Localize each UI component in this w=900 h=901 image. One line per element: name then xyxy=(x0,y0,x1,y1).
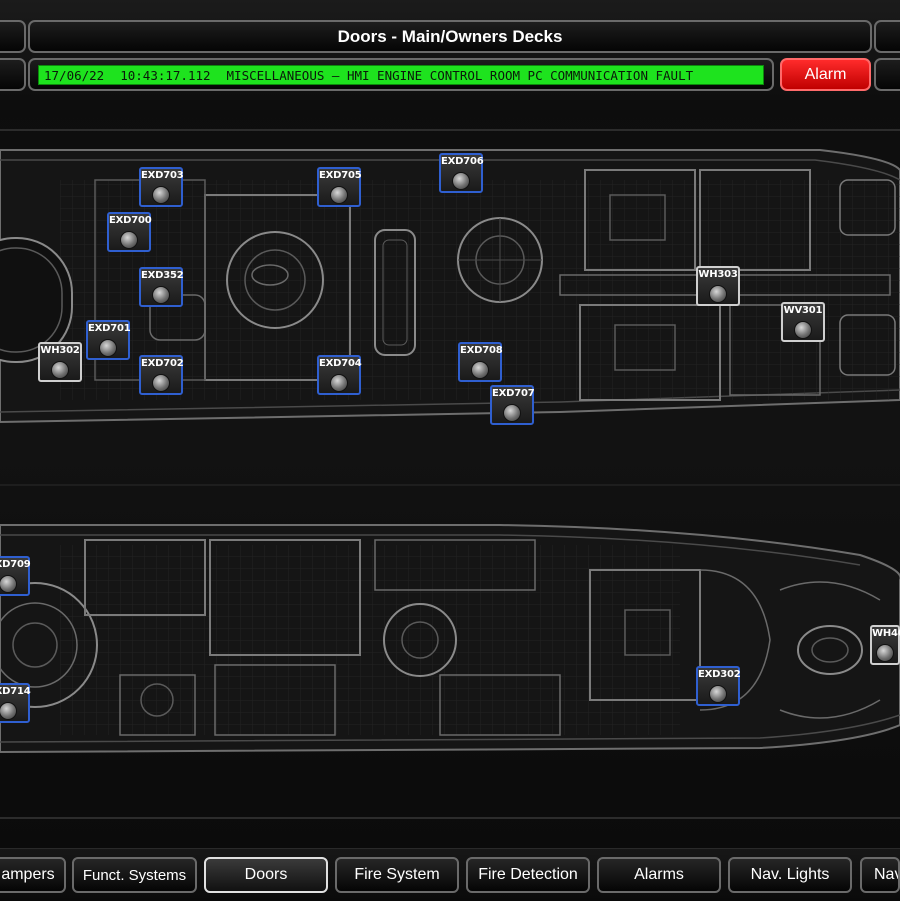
tab-alarms[interactable]: Alarms xyxy=(597,857,721,893)
owners-deck-plan xyxy=(0,524,900,754)
tab-doors[interactable]: Doors xyxy=(204,857,328,893)
door-status-indicator-icon xyxy=(876,644,894,662)
tab-funct-systems[interactable]: Funct. Systems xyxy=(72,857,197,893)
door-marker-exd302[interactable]: EXD302 xyxy=(696,666,741,706)
door-status-indicator-icon xyxy=(503,404,521,422)
left-nav-button-top[interactable] xyxy=(0,20,26,53)
door-marker-exd702[interactable]: EXD702 xyxy=(139,355,184,395)
door-status-indicator-icon xyxy=(471,361,489,379)
tab-fire-detection[interactable]: Fire Detection xyxy=(466,857,590,893)
alarm-time: 10:43:17.112 xyxy=(120,68,211,83)
door-status-indicator-icon xyxy=(452,172,470,190)
door-marker-exd706[interactable]: EXD706 xyxy=(439,153,484,193)
page-title: Doors - Main/Owners Decks xyxy=(28,20,872,53)
door-status-indicator-icon xyxy=(152,374,170,392)
door-status-indicator-icon xyxy=(0,575,17,593)
tab-fire-system[interactable]: Fire System xyxy=(335,857,459,893)
door-marker-exd701[interactable]: EXD701 xyxy=(86,320,131,360)
door-status-indicator-icon xyxy=(51,361,69,379)
door-status-indicator-icon xyxy=(709,285,727,303)
door-status-indicator-icon xyxy=(0,702,17,720)
door-marker-wh302[interactable]: WH302 xyxy=(38,342,82,382)
alarm-text: MISCELLANEOUS – HMI ENGINE CONTROL ROOM … xyxy=(226,68,694,83)
left-nav-button-bottom[interactable] xyxy=(0,58,26,91)
door-status-indicator-icon xyxy=(709,685,727,703)
door-marker-exd703[interactable]: EXD703 xyxy=(139,167,184,207)
door-marker-exd709[interactable]: EXD709 xyxy=(0,556,31,596)
door-status-indicator-icon xyxy=(152,286,170,304)
door-status-indicator-icon xyxy=(120,231,138,249)
door-marker-wh40x[interactable]: WH40 xyxy=(870,625,900,665)
door-marker-exd700[interactable]: EXD700 xyxy=(107,212,152,252)
alarm-message-banner[interactable]: 17/06/22 10:43:17.112 MISCELLANEOUS – HMI … xyxy=(28,58,774,91)
door-marker-wv301[interactable]: WV301 xyxy=(781,302,825,342)
tab-nav-lights[interactable]: Nav. Lights xyxy=(728,857,852,893)
tab-nav-more[interactable]: Nav xyxy=(860,857,900,893)
alarm-message: 17/06/22 10:43:17.112 MISCELLANEOUS – HMI … xyxy=(38,65,764,85)
right-nav-button-bottom[interactable] xyxy=(874,58,900,91)
door-status-indicator-icon xyxy=(330,374,348,392)
door-status-indicator-icon xyxy=(794,321,812,339)
deck-plan-canvas: EXD703 EXD705 EXD706 EXD700 EXD352 EXD70… xyxy=(0,100,900,848)
door-marker-exd705[interactable]: EXD705 xyxy=(317,167,362,207)
door-status-indicator-icon xyxy=(330,186,348,204)
door-status-indicator-icon xyxy=(99,339,117,357)
door-marker-exd707[interactable]: EXD707 xyxy=(490,385,535,425)
top-bar: Doors - Main/Owners Decks 17/06/22 10:43:… xyxy=(0,0,900,101)
door-marker-exd352[interactable]: EXD352 xyxy=(139,267,184,307)
door-marker-exd704[interactable]: EXD704 xyxy=(317,355,362,395)
door-marker-exd708[interactable]: EXD708 xyxy=(458,342,503,382)
door-marker-wh303[interactable]: WH303 xyxy=(696,266,740,306)
bottom-nav: ampers Funct. Systems Doors Fire System … xyxy=(0,848,900,901)
door-status-indicator-icon xyxy=(152,186,170,204)
alarm-button[interactable]: Alarm xyxy=(780,58,871,91)
right-nav-button-top[interactable] xyxy=(874,20,900,53)
door-marker-exd714[interactable]: EXD714 xyxy=(0,683,31,723)
tab-dampers[interactable]: ampers xyxy=(0,857,66,893)
alarm-date: 17/06/22 xyxy=(44,68,105,83)
